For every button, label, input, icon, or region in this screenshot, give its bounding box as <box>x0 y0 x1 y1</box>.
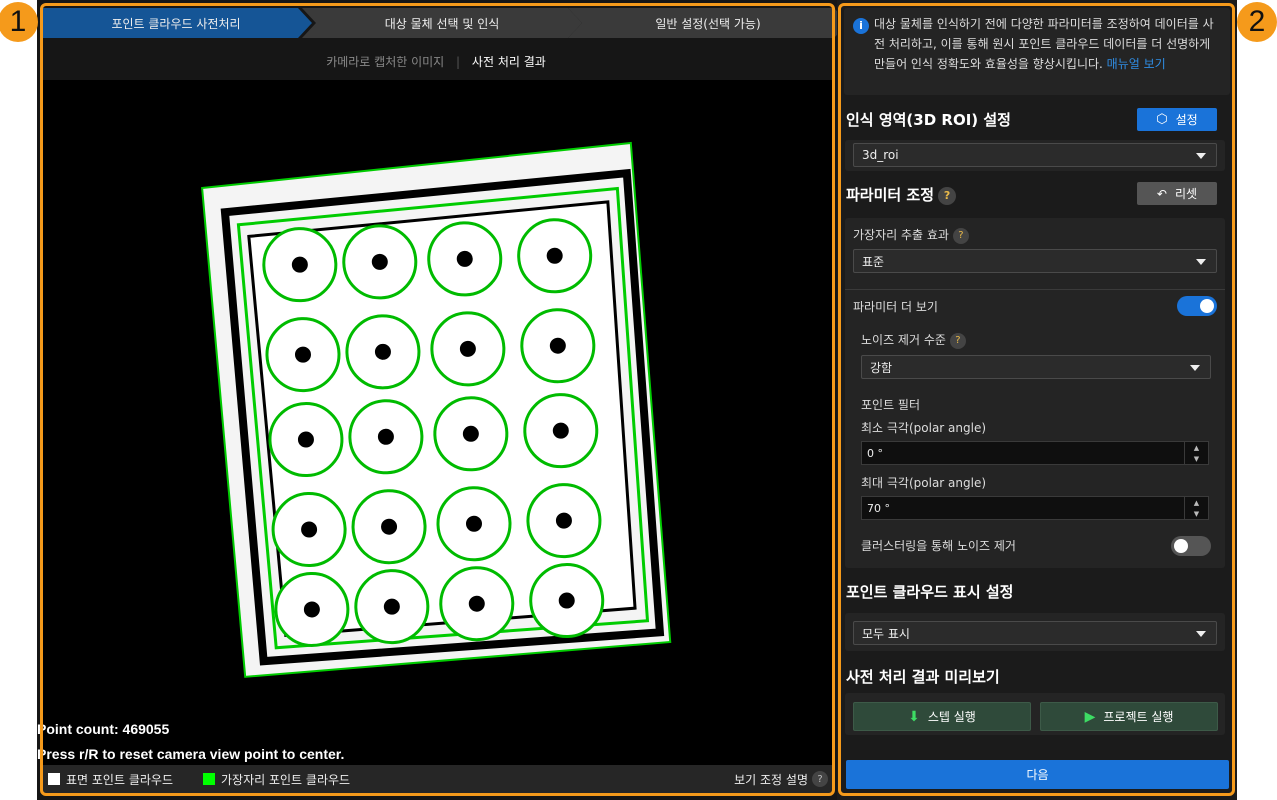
preview-title: 사전 처리 결과 미리보기 <box>846 668 1000 686</box>
project-run-label: 프로젝트 실행 <box>1103 710 1174 724</box>
more-params-label: 파라미터 더 보기 <box>853 300 938 314</box>
reset-label: 리셋 <box>1174 187 1198 201</box>
camera-reset-hint: Press r/R to reset camera view point to … <box>37 746 345 762</box>
decrement-icon[interactable]: ▼ <box>1185 453 1208 464</box>
legend-bar: 표면 포인트 클라우드 가장자리 포인트 클라우드 보기 조정 설명 ? <box>40 765 832 793</box>
display-value: 모두 표시 <box>862 626 910 641</box>
step-label: 일반 설정(선택 가능) <box>655 16 761 31</box>
chevron-down-icon <box>1196 259 1206 265</box>
increment-icon[interactable]: ▲ <box>1185 442 1208 453</box>
chevron-down-icon <box>1190 365 1200 371</box>
cluster-noise-label: 클러스터링을 통해 노이즈 제거 <box>861 539 1016 553</box>
max-polar-input[interactable]: 70 ° ▲ ▼ <box>861 496 1209 520</box>
max-polar-value: 70 ° <box>867 501 890 515</box>
params-title: 파라미터 조정? <box>846 184 957 205</box>
min-polar-input[interactable]: 0 ° ▲ ▼ <box>861 441 1209 465</box>
reset-button[interactable]: ↶ 리셋 <box>1137 182 1217 205</box>
decrement-icon[interactable]: ▼ <box>1185 508 1208 519</box>
step-label: 대상 물체 선택 및 인식 <box>384 16 500 31</box>
gear-icon: ⬡ <box>1156 112 1168 127</box>
project-run-button[interactable]: ▶ 프로젝트 실행 <box>1040 702 1218 731</box>
increment-icon[interactable]: ▲ <box>1185 497 1208 508</box>
legend-edge: 가장자리 포인트 클라우드 <box>221 772 351 787</box>
help-icon[interactable]: ? <box>938 186 957 205</box>
badge-1: 1 <box>0 2 38 42</box>
help-icon[interactable]: ? <box>949 332 966 349</box>
badge-2: 2 <box>1237 2 1277 42</box>
step-run-label: 스텝 실행 <box>927 710 976 724</box>
info-icon: i <box>853 18 869 34</box>
roi-settings-label: 설정 <box>1175 113 1198 127</box>
help-icon[interactable]: ? <box>952 227 969 244</box>
edge-effect-value: 표준 <box>862 254 885 269</box>
legend-surface: 표면 포인트 클라우드 <box>66 772 173 787</box>
min-polar-value: 0 ° <box>867 446 883 460</box>
view-help-label: 보기 조정 설명 <box>734 772 808 787</box>
chevron-down-icon <box>1196 631 1206 637</box>
point-cloud-image <box>201 141 672 678</box>
chevron-down-icon <box>1196 153 1206 159</box>
help-icon[interactable]: ? <box>812 771 828 787</box>
roi-value: 3d_roi <box>862 148 899 162</box>
point-filter-label: 포인트 필터 <box>861 398 921 412</box>
max-polar-label: 최대 극각(polar angle) <box>861 476 987 490</box>
download-arrow-icon: ⬇ <box>908 708 920 725</box>
point-count: Point count: 469055 <box>37 721 170 737</box>
tab-separator: | <box>456 55 461 69</box>
display-dropdown[interactable]: 모두 표시 <box>853 621 1217 645</box>
tab-camera-image[interactable]: 카메라로 캡처한 이미지 <box>326 55 444 69</box>
step-tab-preprocess[interactable]: 포인트 클라우드 사전처리 <box>40 8 312 38</box>
edge-swatch <box>203 773 215 785</box>
params-title-text: 파라미터 조정 <box>846 186 935 204</box>
noise-level-label: 노이즈 제거 수준 <box>861 333 946 347</box>
view-tabs: 카메라로 캡처한 이미지 | 사전 처리 결과 <box>40 53 832 70</box>
edge-effect-dropdown[interactable]: 표준 <box>853 249 1217 273</box>
step-label: 포인트 클라우드 사전처리 <box>111 16 241 31</box>
min-polar-label: 최소 극각(polar angle) <box>861 421 987 435</box>
cluster-noise-toggle[interactable] <box>1171 536 1211 556</box>
surface-swatch <box>48 773 60 785</box>
edge-effect-label: 가장자리 추출 효과 <box>853 228 949 242</box>
step-tab-recognition[interactable]: 대상 물체 선택 및 인식 <box>302 8 582 38</box>
step-tab-general[interactable]: 일반 설정(선택 가능) <box>568 8 848 38</box>
tab-preprocess-result[interactable]: 사전 처리 결과 <box>472 55 546 69</box>
next-label: 다음 <box>1026 768 1049 782</box>
manual-link[interactable]: 매뉴얼 보기 <box>1107 57 1166 71</box>
play-icon: ▶ <box>1084 708 1096 725</box>
divider <box>845 289 1225 290</box>
display-title: 포인트 클라우드 표시 설정 <box>846 583 1014 601</box>
roi-title: 인식 영역(3D ROI) 설정 <box>846 111 1011 129</box>
roi-dropdown[interactable]: 3d_roi <box>853 143 1217 167</box>
more-params-toggle[interactable] <box>1177 296 1217 316</box>
roi-settings-button[interactable]: ⬡ 설정 <box>1137 108 1217 131</box>
point-cloud-viewer[interactable] <box>40 80 832 765</box>
next-button[interactable]: 다음 <box>846 760 1229 789</box>
info-box: i 대상 물체를 인식하기 전에 다양한 파라미터를 조정하여 데이터를 사전 … <box>844 8 1230 95</box>
undo-icon: ↶ <box>1156 186 1167 201</box>
noise-level-value: 강함 <box>870 360 893 375</box>
step-run-button[interactable]: ⬇ 스텝 실행 <box>853 702 1031 731</box>
noise-level-dropdown[interactable]: 강함 <box>861 355 1211 379</box>
